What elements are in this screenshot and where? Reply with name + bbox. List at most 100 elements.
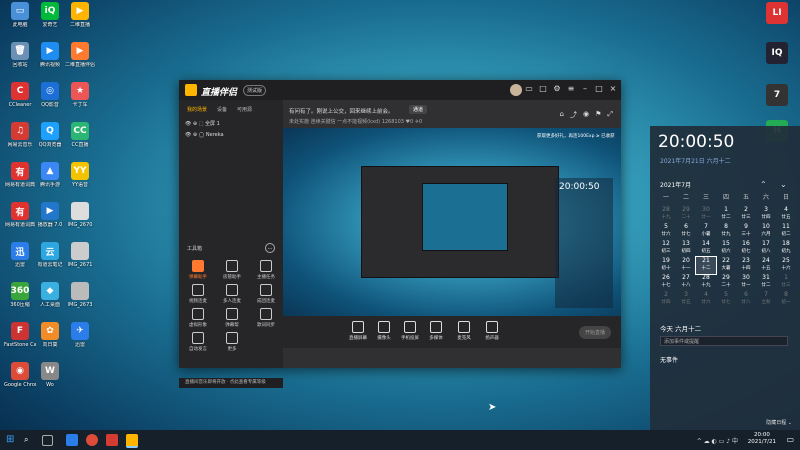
tab-1[interactable]: 设备 (217, 106, 227, 113)
calendar-day[interactable]: 1 廿三 (776, 274, 796, 291)
menu-icon[interactable]: ≡ (567, 85, 575, 93)
tool-button[interactable]: 弹幕助手 (185, 260, 211, 280)
calendar-day[interactable]: 2 廿四 (656, 291, 676, 308)
calendar-day[interactable]: 18 初九 (776, 240, 796, 257)
calendar-day[interactable]: 31 廿二 (756, 274, 776, 291)
calendar-day[interactable]: 28 十九 (656, 206, 676, 223)
desktop-icon[interactable]: IMG_2673 (64, 282, 96, 308)
calendar-day-today[interactable]: 21 十二 (695, 256, 717, 275)
tool-button[interactable]: 歌词同步 (253, 308, 279, 328)
search-icon[interactable]: ⌕ (24, 434, 36, 446)
calendar-day[interactable]: 25 十六 (776, 257, 796, 274)
calendar-day[interactable]: 11 初二 (776, 223, 796, 240)
calendar-day[interactable]: 29 二十 (676, 206, 696, 223)
calendar-day[interactable]: 26 十七 (656, 274, 676, 291)
calendar-day[interactable]: 12 初三 (656, 240, 676, 257)
taskbar-clock[interactable]: 20:00 2021/7/21 (748, 432, 776, 446)
tool-button[interactable]: 视频连麦 (185, 284, 211, 304)
desktop-icon[interactable]: IQ (762, 42, 792, 66)
desktop-icon[interactable]: 有网易有道词典 (4, 202, 36, 228)
scene-item[interactable]: 👁 ⊕ ◯ Nereka (185, 132, 224, 138)
tool-button[interactable]: 房管助手 (219, 260, 245, 280)
start-live-button[interactable]: 开始直播 (578, 326, 611, 339)
desktop-icon[interactable]: 360 360压缩 (4, 282, 36, 308)
desktop-icon[interactable]: W Wo (34, 362, 66, 388)
calendar-day[interactable]: 30 廿一 (736, 274, 756, 291)
hide-agenda-button[interactable]: 隐藏日程 ⌄ (766, 419, 792, 426)
desktop-icon[interactable]: ★ 卡丁车 (64, 82, 96, 108)
start-button[interactable]: ⊞ (6, 434, 18, 446)
source-button[interactable]: 摄像头 (371, 321, 397, 341)
title-bar[interactable]: 直播伴侣 测试版 ▭ □ ⚙ ≡ – □ × (179, 80, 621, 100)
desktop-icon[interactable]: YY YY语音 (64, 162, 96, 188)
desktop-icon[interactable]: ▭ 此电脑 (4, 2, 36, 28)
scene-item[interactable]: 👁 ⊕ ⬚ 全屏 1 (185, 120, 220, 127)
calendar-day[interactable]: 19 初十 (656, 257, 676, 274)
desktop-icon[interactable]: ✿ 向日葵 (34, 322, 66, 348)
settings-icon[interactable]: ⚙ (553, 85, 561, 93)
system-tray[interactable]: ^ ☁ ◐ ▭ ♪ 中 (697, 436, 738, 445)
tool-button[interactable]: 主播任务 (253, 260, 279, 280)
message-icon[interactable]: ▭ (525, 85, 533, 93)
record-icon[interactable]: ◉ (583, 110, 589, 120)
live-preview[interactable]: 获取更多好礼，再连100Exp ≥ 已收获 20:00:50 (283, 128, 621, 316)
desktop-icon[interactable]: LI (762, 2, 792, 26)
desktop-icon[interactable]: 🗑 回收站 (4, 42, 36, 68)
calendar-day[interactable]: 7 立秋 (756, 291, 776, 308)
calendar-day[interactable]: 4 廿六 (696, 291, 716, 308)
calendar-day[interactable]: 8 初一 (776, 291, 796, 308)
more-tools-icon[interactable]: … (265, 243, 275, 253)
source-button[interactable]: 直播屏幕 (345, 321, 371, 341)
source-button[interactable]: 麦克风 (451, 321, 477, 341)
event-input[interactable]: 添加事件或提醒 (660, 336, 788, 346)
calendar-day[interactable]: 17 初八 (756, 240, 776, 257)
desktop-icon[interactable]: IMG_2670 (64, 202, 96, 228)
calendar-day[interactable]: 20 十一 (676, 257, 696, 274)
tool-button[interactable]: 成团连麦 (253, 284, 279, 304)
desktop-icon[interactable]: ▶ 二维直播 (64, 2, 96, 28)
gift-icon[interactable]: □ (539, 85, 547, 93)
desktop-icon[interactable]: ▶ 二维直播伴侣 (64, 42, 96, 68)
calendar-day[interactable]: 4 廿五 (776, 206, 796, 223)
calendar-month[interactable]: 2021年7月 (660, 180, 691, 189)
desktop-icon[interactable]: ▲ 腾讯手游 (34, 162, 66, 188)
calendar-day[interactable]: 29 二十 (716, 274, 736, 291)
maximize-button[interactable]: □ (595, 85, 603, 93)
calendar-day[interactable]: 13 初四 (676, 240, 696, 257)
tab-2[interactable]: 可用源 (237, 106, 252, 113)
taskbar-thunder-icon[interactable] (66, 434, 78, 446)
desktop-icon[interactable]: CC CC直播 (64, 122, 96, 148)
calendar-day[interactable]: 3 廿五 (676, 291, 696, 308)
notification-icon[interactable]: ⚑ (595, 110, 601, 120)
desktop-icon[interactable]: IMG_2671 (64, 242, 96, 268)
status-strip[interactable]: 直播间音乐即将开放 · 点此查看专属等级 (179, 378, 283, 388)
desktop-icon[interactable]: 云有道云笔记 (34, 242, 66, 268)
desktop-icon[interactable]: Q QQ浏览器 (34, 122, 66, 148)
calendar-day[interactable]: 22 大暑 (716, 257, 736, 274)
calendar-day[interactable]: 8 廿九 (716, 223, 736, 240)
calendar-day[interactable]: 5 廿六 (656, 223, 676, 240)
share-icon[interactable]: ⤴ (570, 110, 577, 120)
desktop-icon[interactable]: iQ 爱奇艺 (34, 2, 66, 28)
desktop-icon[interactable]: ▶ 播放器 7.0 (34, 202, 66, 228)
tool-button[interactable]: 更多 (219, 332, 245, 352)
minimize-button[interactable]: – (581, 85, 589, 93)
calendar-day[interactable]: 10 六月 (756, 223, 776, 240)
desktop-icon[interactable]: ✈ 迅雷 (64, 322, 96, 348)
source-button[interactable]: 扬声器 (479, 321, 505, 341)
taskbar-chrome-icon[interactable] (86, 434, 98, 446)
calendar-day[interactable]: 24 十五 (756, 257, 776, 274)
taskbar-app-icon[interactable] (106, 434, 118, 446)
calendar-day[interactable]: 14 初五 (696, 240, 716, 257)
desktop-icon[interactable]: ▶ 腾讯视频 (34, 42, 66, 68)
desktop-icon[interactable]: ◉ Google Chrome (4, 362, 36, 388)
calendar-day[interactable]: 3 廿四 (756, 206, 776, 223)
calendar-day[interactable]: 1 廿二 (716, 206, 736, 223)
calendar-day[interactable]: 5 廿七 (716, 291, 736, 308)
lock-icon[interactable]: ⌂ (560, 110, 564, 120)
notification-center-icon[interactable]: ▭ (786, 435, 794, 444)
task-view-icon[interactable] (42, 435, 53, 446)
clock-date[interactable]: 2021年7月21日 六月十二 (660, 156, 731, 165)
calendar-day[interactable]: 30 廿一 (696, 206, 716, 223)
desktop-icon[interactable]: C CCleaner (4, 82, 36, 108)
